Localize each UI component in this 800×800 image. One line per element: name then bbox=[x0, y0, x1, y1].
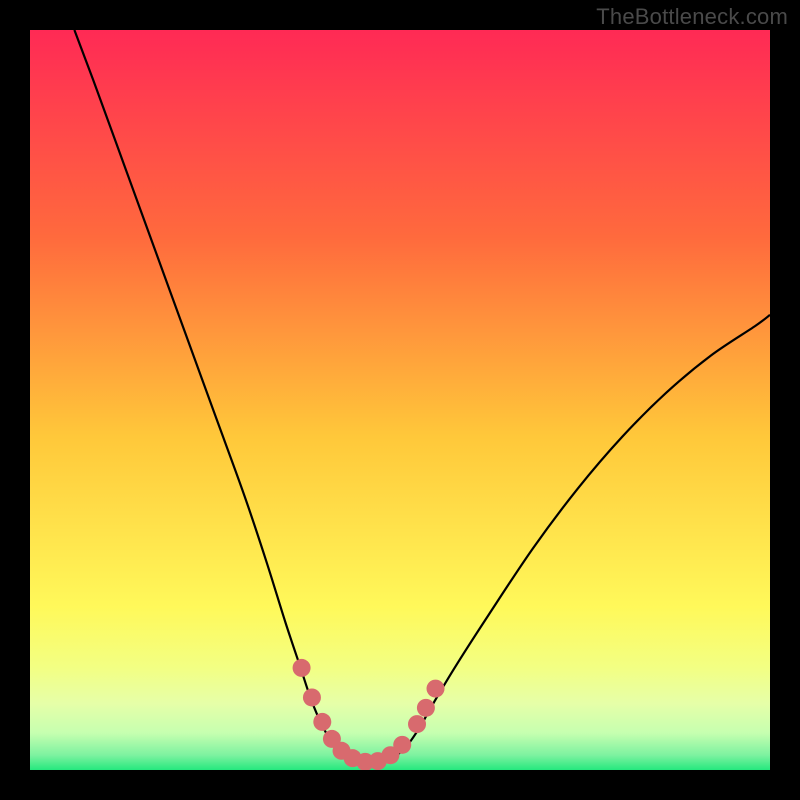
marker-dot bbox=[427, 680, 445, 698]
marker-dot bbox=[293, 659, 311, 677]
plot-area bbox=[30, 30, 770, 770]
marker-dot bbox=[393, 736, 411, 754]
marker-dot bbox=[303, 688, 321, 706]
marker-dot bbox=[313, 713, 331, 731]
marker-dot bbox=[408, 715, 426, 733]
plot-svg bbox=[30, 30, 770, 770]
watermark-text: TheBottleneck.com bbox=[596, 4, 788, 30]
marker-dot bbox=[417, 699, 435, 717]
